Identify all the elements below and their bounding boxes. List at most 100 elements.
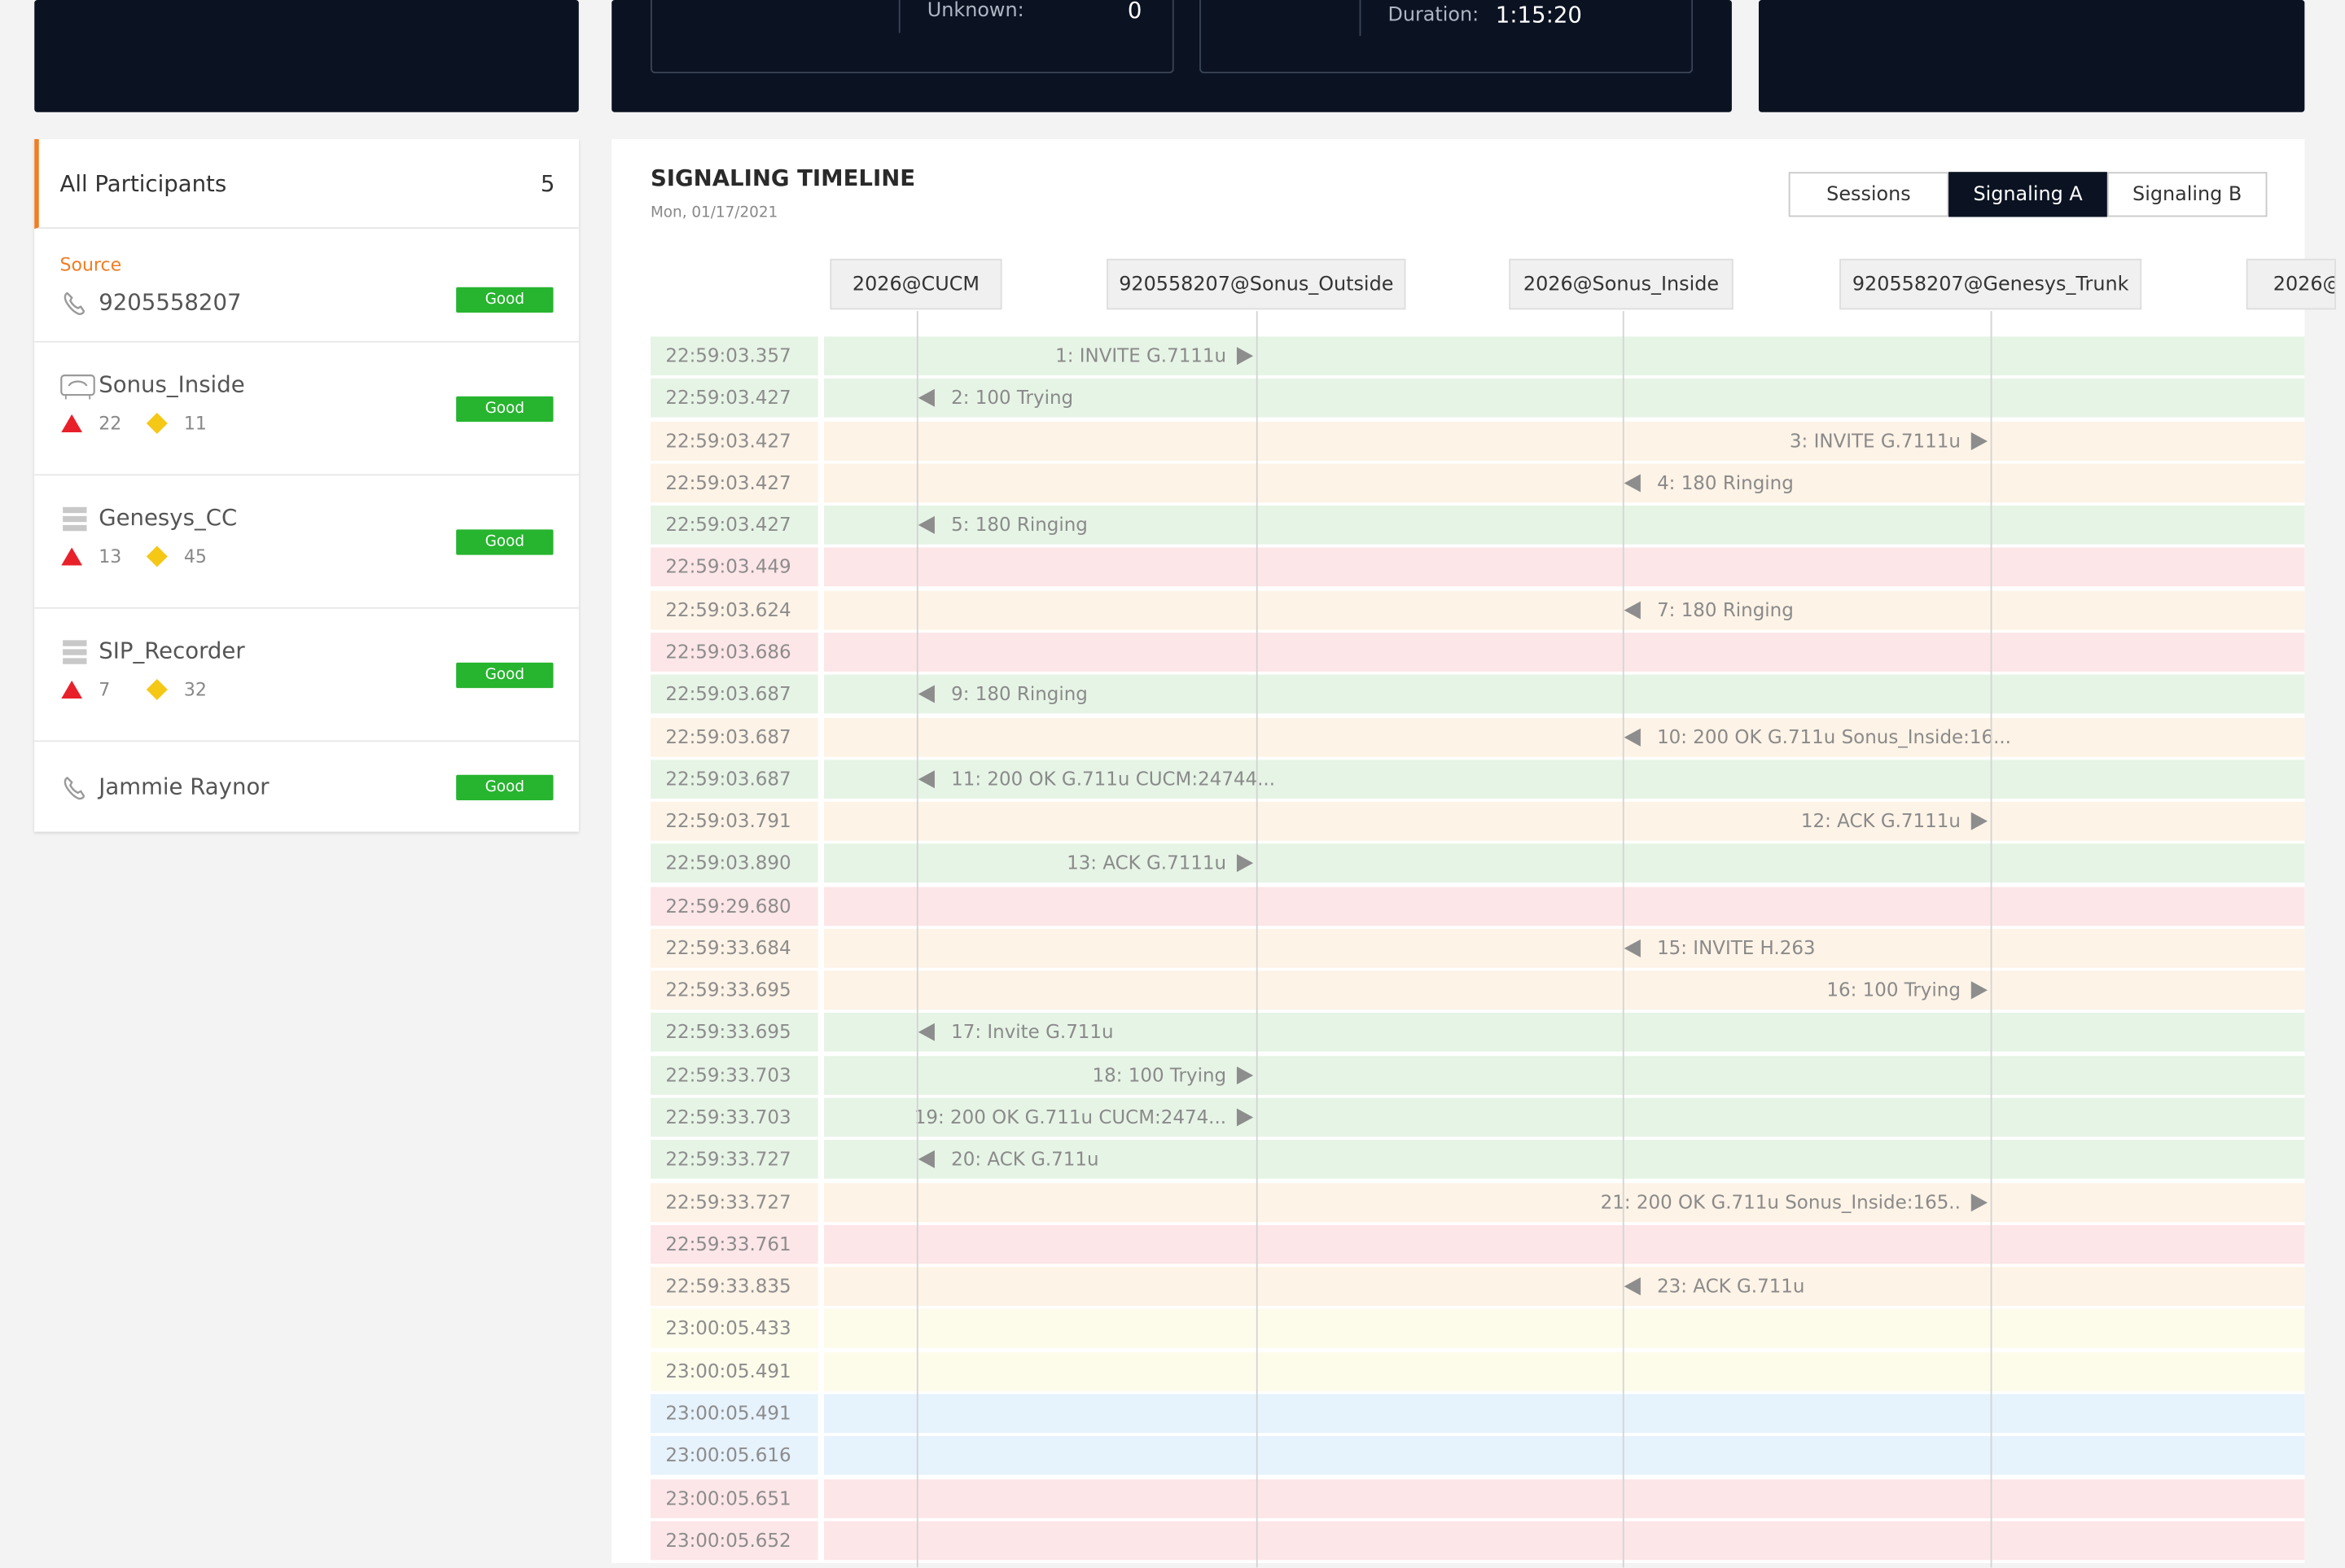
timeline-row[interactable]: 22:59:03.427 4: 180 Ringing — [650, 463, 2305, 503]
sip-message-label[interactable]: 10: 200 OK G.711u Sonus_Inside:16... — [1657, 717, 2011, 756]
sip-message-label[interactable]: 1: INVITE G.7111u — [1055, 336, 1226, 375]
warning-icon — [146, 545, 168, 567]
warning-icon — [146, 679, 168, 700]
timeline-row[interactable]: 22:59:03.427 2: 100 Trying — [650, 379, 2305, 418]
sip-message-label[interactable]: 20: ACK G.711u — [951, 1141, 1098, 1180]
timeline-row[interactable]: 22:59:03.624 7: 180 Ringing — [650, 590, 2305, 629]
message-lane — [824, 1394, 2305, 1434]
sip-message-label[interactable]: 9: 180 Ringing — [951, 675, 1088, 714]
sip-message-label[interactable]: 18: 100 Trying — [1093, 1056, 1227, 1095]
column-header-sonus-inside[interactable]: 2026@Sonus_Inside — [1509, 258, 1734, 310]
timeline-row[interactable]: 23:00:05.491 — [650, 1351, 2305, 1391]
message-lane: 13: ACK G.7111u — [824, 843, 2305, 883]
timeline-row[interactable]: 23:00:05.616 — [650, 1436, 2305, 1476]
sip-message-label[interactable]: 13: ACK G.7111u — [1067, 844, 1226, 883]
timestamp: 22:59:33.727 — [650, 1182, 818, 1222]
timeline-row[interactable]: 22:59:03.791 12: ACK G.7111u — [650, 801, 2305, 841]
tab-sessions[interactable]: Sessions — [1788, 172, 1949, 217]
timestamp: 22:59:03.427 — [650, 463, 818, 503]
status-badge: Good — [456, 287, 554, 313]
unknown-value: 0 — [1127, 0, 1142, 24]
message-lane: 16: 100 Trying — [824, 970, 2305, 1010]
timeline-row[interactable]: 22:59:03.449 — [650, 548, 2305, 587]
all-participants-header[interactable]: All Participants 5 — [34, 138, 579, 230]
sip-message-label[interactable]: 19: 200 OK G.711u CUCM:2474... — [914, 1098, 1226, 1137]
sip-message-label[interactable]: 3: INVITE G.7111u — [1790, 421, 1961, 460]
timestamp: 22:59:03.427 — [650, 506, 818, 545]
gateway-icon — [60, 374, 95, 400]
sip-message-label[interactable]: 16: 100 Trying — [1826, 971, 1961, 1010]
sip-message-label[interactable]: 5: 180 Ringing — [951, 506, 1088, 545]
timeline-row[interactable]: 22:59:03.687 9: 180 Ringing — [650, 675, 2305, 714]
participant-item-source[interactable]: Source 9205558207 Good — [34, 229, 579, 343]
app-root: Unknown: 0 Duration: 1:15:20 All Partici… — [0, 0, 2345, 1568]
participant-item-sonus-inside[interactable]: Sonus_Inside Good 22 11 — [34, 342, 579, 476]
timeline-row[interactable]: 22:59:33.703 18: 100 Trying — [650, 1055, 2305, 1095]
timeline-row[interactable]: 22:59:03.687 10: 200 OK G.711u Sonus_Insi… — [650, 717, 2305, 756]
timeline-row[interactable]: 23:00:05.651 — [650, 1478, 2305, 1518]
sip-message-label[interactable]: 21: 200 OK G.711u Sonus_Inside:165.. — [1601, 1183, 1961, 1222]
arrow-left-icon — [918, 1150, 935, 1169]
source-label: Source — [59, 254, 122, 276]
timeline-row[interactable]: 22:59:03.687 11: 200 OK G.711u CUCM:24744… — [650, 759, 2305, 799]
timeline-row[interactable]: 22:59:33.695 16: 100 Trying — [650, 970, 2305, 1010]
timeline-row[interactable]: 22:59:03.427 5: 180 Ringing — [650, 506, 2305, 545]
sip-message-label[interactable]: 7: 180 Ringing — [1657, 590, 1794, 629]
phone-icon — [64, 291, 85, 316]
sip-message-label[interactable]: 23: ACK G.711u — [1657, 1267, 1804, 1306]
timeline-row[interactable]: 22:59:33.695 17: Invite G.711u — [650, 1013, 2305, 1053]
timeline-row[interactable]: 22:59:33.761 — [650, 1224, 2305, 1264]
message-lane — [824, 633, 2305, 672]
column-header-cucm[interactable]: 2026@CUCM — [830, 258, 1002, 310]
timeline-row[interactable]: 22:59:29.680 — [650, 886, 2305, 926]
column-header-sonus-outside[interactable]: 920558207@Sonus_Outside — [1107, 258, 1406, 310]
timeline-row[interactable]: 22:59:33.835 23: ACK G.711u — [650, 1267, 2305, 1307]
error-count: 13 — [99, 545, 122, 567]
timestamp: 22:59:03.427 — [650, 421, 818, 461]
message-lane: 11: 200 OK G.711u CUCM:24744... — [824, 759, 2305, 799]
message-lane — [824, 886, 2305, 926]
timeline-row[interactable]: 22:59:03.890 13: ACK G.7111u — [650, 843, 2305, 883]
timeline-row[interactable]: 22:59:33.727 21: 200 OK G.711u Sonus_Insi… — [650, 1182, 2305, 1222]
timeline-row[interactable]: 23:00:05.433 — [650, 1309, 2305, 1349]
timeline-row[interactable]: 22:59:03.357 1: INVITE G.7111u — [650, 336, 2305, 376]
warning-count: 45 — [183, 545, 207, 567]
arrow-right-icon — [1970, 1193, 1988, 1211]
lifeline — [1256, 311, 1258, 1568]
timeline-row[interactable]: 22:59:03.427 3: INVITE G.7111u — [650, 421, 2305, 461]
sip-message-label[interactable]: 11: 200 OK G.711u CUCM:24744... — [951, 760, 1275, 799]
sip-message-label[interactable]: 2: 100 Trying — [951, 379, 1073, 418]
tab-signaling-b[interactable]: Signaling B — [2106, 172, 2268, 217]
column-header-next[interactable]: 2026@ — [2246, 258, 2336, 310]
sip-message-label[interactable]: 12: ACK G.7111u — [1801, 802, 1961, 841]
timestamp: 23:00:05.491 — [650, 1351, 818, 1391]
timestamp: 22:59:33.684 — [650, 928, 818, 968]
participant-name: Genesys_CC — [99, 504, 238, 532]
participant-item-genesys-cc[interactable]: Genesys_CC Good 13 45 — [34, 475, 579, 609]
participant-item-sip-recorder[interactable]: SIP_Recorder Good 7 32 — [34, 608, 579, 742]
timeline-row[interactable]: 22:59:03.686 — [650, 633, 2305, 672]
sip-message-label[interactable]: 17: Invite G.711u — [951, 1014, 1113, 1053]
message-lane — [824, 1224, 2305, 1264]
error-icon — [61, 414, 83, 432]
arrow-right-icon — [1970, 981, 1988, 1000]
timeline-row[interactable]: 23:00:05.652 — [650, 1521, 2305, 1560]
timestamp: 22:59:29.680 — [650, 886, 818, 926]
sip-message-label[interactable]: 15: INVITE H.263 — [1657, 929, 1815, 968]
message-lane — [824, 1309, 2305, 1349]
server-icon — [63, 506, 87, 532]
column-header-genesys-trunk[interactable]: 920558207@Genesys_Trunk — [1839, 258, 2142, 310]
timeline-row[interactable]: 22:59:33.727 20: ACK G.711u — [650, 1140, 2305, 1180]
stats-box-unknown: Unknown: 0 — [650, 0, 1174, 74]
timestamp: 23:00:05.651 — [650, 1478, 818, 1518]
timeline-row[interactable]: 22:59:33.684 15: INVITE H.263 — [650, 928, 2305, 968]
arrow-left-icon — [918, 516, 935, 535]
sip-message-label[interactable]: 4: 180 Ringing — [1657, 463, 1794, 502]
message-lane: 4: 180 Ringing — [824, 463, 2305, 503]
tab-signaling-a[interactable]: Signaling A — [1948, 172, 2107, 217]
participant-item-jammie-raynor[interactable]: Jammie Raynor Good — [34, 742, 579, 832]
timestamp: 22:59:33.835 — [650, 1267, 818, 1307]
all-participants-label: All Participants — [59, 170, 227, 198]
timeline-row[interactable]: 23:00:05.491 — [650, 1394, 2305, 1434]
timeline-row[interactable]: 22:59:33.703 19: 200 OK G.711u CUCM:2474.… — [650, 1097, 2305, 1137]
